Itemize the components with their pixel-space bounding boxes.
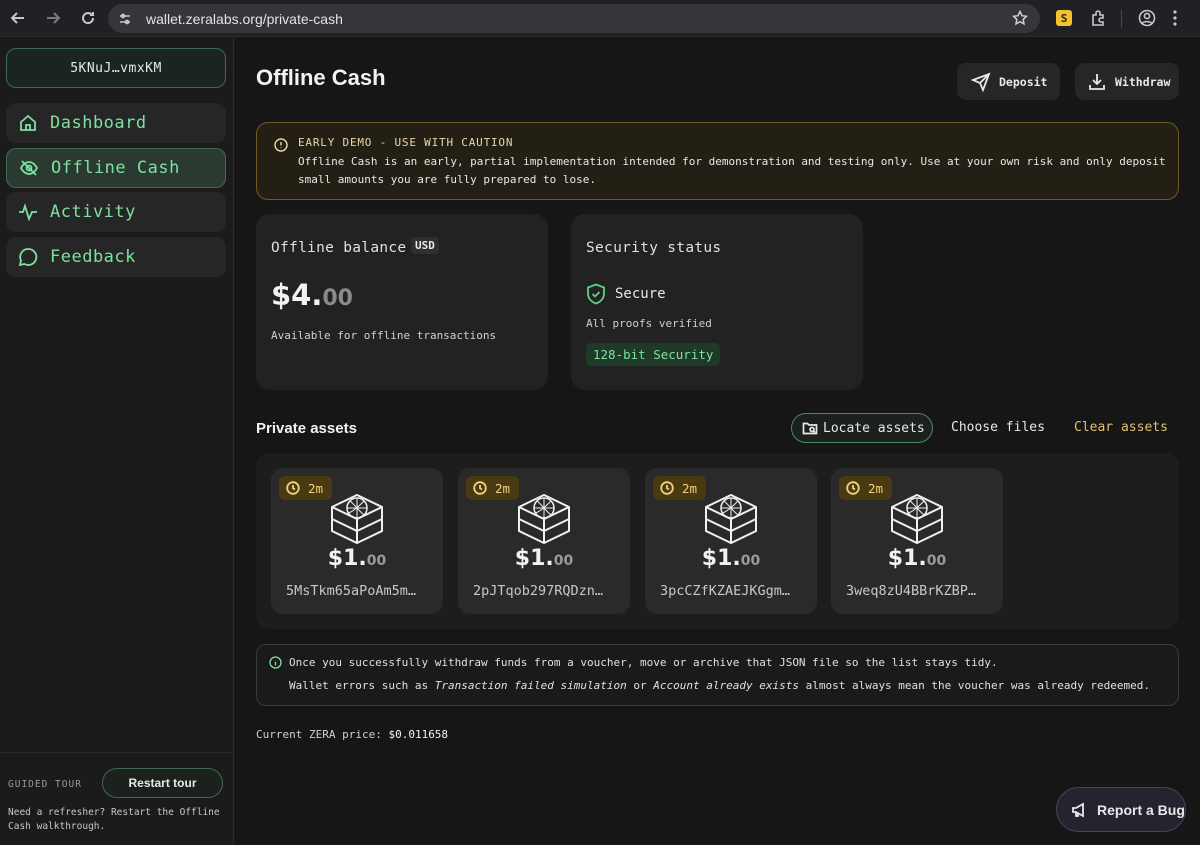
warning-banner: EARLY DEMO - USE WITH CAUTION Offline Ca… (256, 122, 1179, 200)
kebab-menu-icon[interactable] (1172, 9, 1178, 27)
asset-card[interactable]: 2m $1.00 5MsTkm65aPoAm5m… (271, 468, 443, 614)
megaphone-icon (1072, 801, 1084, 818)
wallet-address-button[interactable]: 5KNuJ…vmxKM (6, 48, 226, 88)
extensions-puzzle-icon[interactable] (1090, 9, 1108, 27)
eye-off-icon (19, 160, 39, 176)
sidebar-item-label: Activity (50, 202, 136, 222)
asset-card[interactable]: 2m $1.00 3pcCZfKZAEJKGgm… (645, 468, 817, 614)
restart-tour-button[interactable]: Restart tour (102, 768, 223, 798)
sidebar-item-dashboard[interactable]: Dashboard (6, 103, 226, 143)
sidebar-item-feedback[interactable]: Feedback (6, 237, 226, 277)
chat-icon (18, 248, 38, 267)
site-info-icon[interactable] (114, 8, 136, 30)
info-notice: Once you successfully withdraw funds fro… (256, 644, 1179, 706)
shield-check-icon (587, 283, 605, 305)
vault-cube-icon (514, 493, 574, 549)
address-bar[interactable]: wallet.zeralabs.org/private-cash (108, 4, 1040, 33)
url-text[interactable]: wallet.zeralabs.org/private-cash (146, 11, 343, 27)
clock-icon (846, 481, 860, 495)
clear-assets-button[interactable]: Clear assets (1074, 420, 1168, 435)
sidebar-item-offline-cash[interactable]: Offline Cash (6, 148, 226, 188)
balance-card: Offline balance USD $4.00 Available for … (256, 214, 548, 390)
sidebar: 5KNuJ…vmxKM Dashboard Offline Cash Activ… (0, 38, 234, 845)
asset-amount: $1.00 (327, 546, 387, 571)
bookmark-star-icon[interactable] (1012, 10, 1028, 26)
asset-id: 3weq8zU4BBrKZBP… (846, 583, 977, 599)
alert-circle-icon (274, 138, 288, 152)
proofs-text: All proofs verified (586, 317, 712, 330)
balance-subtitle: Available for offline transactions (271, 329, 497, 342)
asset-id: 3pcCZfKZAEJKGgm… (660, 583, 791, 599)
security-label: Security status (586, 240, 722, 256)
security-card: Security status Secure All proofs verifi… (571, 214, 863, 390)
asset-card[interactable]: 2m $1.00 2pJTqob297RQDzn… (458, 468, 630, 614)
tour-help-text: Need a refresher? Restart the Offline Ca… (8, 807, 220, 832)
zera-price: Current ZERA price: $0.011658 (256, 728, 449, 741)
guided-tour-label: GUIDED TOUR (8, 779, 82, 790)
activity-icon (19, 203, 37, 222)
main-content: Offline Cash Deposit Withdraw EARLY DEMO… (235, 38, 1200, 845)
info-line-2: Wallet errors such as Transaction failed… (289, 679, 1150, 692)
send-icon (971, 71, 991, 92)
private-assets-title: Private assets (256, 420, 357, 437)
choose-files-button[interactable]: Choose files (951, 420, 1045, 435)
balance-label: Offline balance (271, 240, 407, 256)
folder-search-icon (802, 422, 818, 435)
asset-id: 2pJTqob297RQDzn… (473, 583, 604, 599)
home-icon (20, 114, 36, 131)
info-line-1: Once you successfully withdraw funds fro… (289, 656, 998, 669)
warning-title: EARLY DEMO - USE WITH CAUTION (298, 136, 514, 149)
report-bug-button[interactable]: Report a Bug (1056, 787, 1186, 832)
assets-panel: 2m $1.00 5MsTkm65aPoAm5m… 2m $1.00 2pJTq… (256, 453, 1179, 629)
expiry-timer-badge: 2m (279, 476, 332, 500)
info-icon (269, 656, 282, 669)
sidebar-item-label: Dashboard (50, 113, 147, 133)
browser-toolbar: wallet.zeralabs.org/private-cash S (0, 0, 1200, 37)
sidebar-item-activity[interactable]: Activity (6, 192, 226, 232)
asset-card[interactable]: 2m $1.00 3weq8zU4BBrKZBP… (831, 468, 1003, 614)
balance-amount: $4.00 (271, 278, 353, 312)
toolbar-divider (1121, 10, 1122, 28)
vault-cube-icon (327, 493, 387, 549)
locate-assets-label: Locate assets (823, 420, 925, 436)
expiry-timer-badge: 2m (466, 476, 519, 500)
report-bug-label: Report a Bug (1097, 801, 1185, 818)
deposit-button[interactable]: Deposit (957, 63, 1060, 100)
sidebar-item-label: Feedback (50, 247, 136, 267)
clock-icon (473, 481, 487, 495)
guided-tour-section: GUIDED TOUR Restart tour Need a refreshe… (0, 752, 234, 832)
forward-icon[interactable] (40, 5, 66, 31)
clock-icon (660, 481, 674, 495)
asset-id: 5MsTkm65aPoAm5m… (286, 583, 417, 599)
expiry-timer-badge: 2m (653, 476, 706, 500)
deposit-label: Deposit (999, 74, 1048, 89)
locate-assets-button[interactable]: Locate assets (791, 413, 933, 443)
security-status-text: Secure (615, 286, 666, 302)
sidebar-item-label: Offline Cash (51, 158, 180, 178)
vault-cube-icon (887, 493, 947, 549)
extension-badge-icon[interactable]: S (1056, 10, 1072, 26)
asset-amount: $1.00 (887, 546, 947, 571)
currency-badge: USD (411, 237, 439, 254)
asset-amount: $1.00 (701, 546, 761, 571)
withdraw-label: Withdraw (1115, 74, 1171, 89)
profile-avatar-icon[interactable] (1138, 9, 1156, 27)
asset-amount: $1.00 (514, 546, 574, 571)
security-level-badge: 128-bit Security (586, 343, 721, 366)
withdraw-button[interactable]: Withdraw (1075, 63, 1179, 100)
reload-icon[interactable] (75, 5, 101, 31)
clock-icon (286, 481, 300, 495)
download-icon (1089, 73, 1105, 90)
page-title: Offline Cash (256, 65, 386, 90)
expiry-timer-badge: 2m (839, 476, 892, 500)
vault-cube-icon (701, 493, 761, 549)
back-icon[interactable] (5, 5, 31, 31)
warning-text: Offline Cash is an early, partial implem… (298, 155, 1166, 186)
